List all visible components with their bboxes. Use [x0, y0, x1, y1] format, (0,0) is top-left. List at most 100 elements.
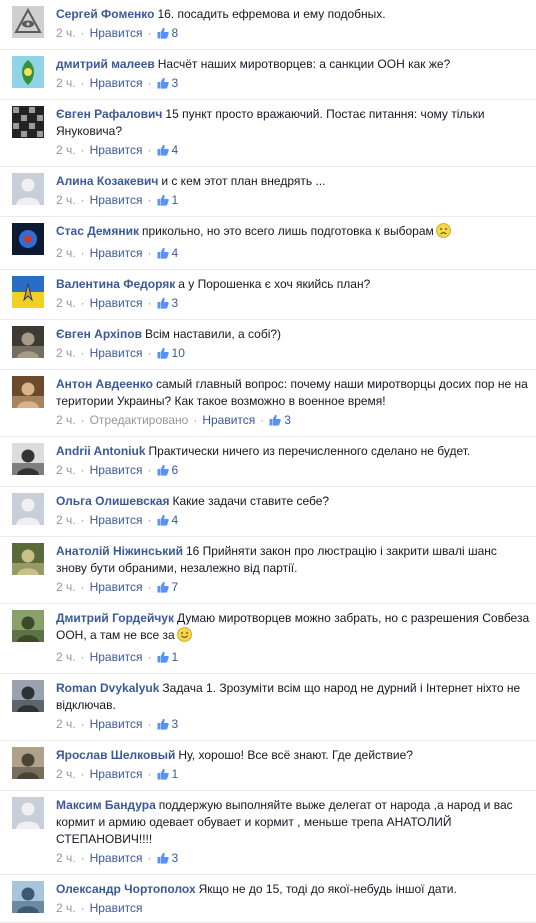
meta-separator: ·	[147, 717, 152, 731]
comment-author-link[interactable]: Антон Авдеенко	[56, 377, 153, 391]
like-count: 7	[171, 580, 179, 594]
avatar[interactable]	[12, 610, 44, 642]
like-count-link[interactable]: 1	[157, 650, 178, 664]
avatar[interactable]	[12, 376, 44, 408]
meta-separator: ·	[147, 650, 152, 664]
comment-timestamp[interactable]: 2 ч.	[56, 413, 76, 427]
avatar[interactable]	[12, 56, 44, 88]
like-count-link[interactable]: 4	[157, 143, 179, 157]
comment-timestamp[interactable]: 2 ч.	[56, 26, 76, 40]
like-count-link[interactable]: 1	[157, 193, 178, 207]
like-count-link[interactable]: 1	[157, 767, 178, 781]
like-button[interactable]: Нравится	[90, 246, 143, 260]
avatar[interactable]	[12, 223, 44, 255]
like-count-link[interactable]: 7	[157, 580, 179, 594]
like-button[interactable]: Нравится	[90, 717, 143, 731]
like-count-link[interactable]: 3	[157, 76, 178, 90]
like-button[interactable]: Нравится	[90, 851, 143, 865]
like-button[interactable]: Нравится	[90, 296, 143, 310]
avatar[interactable]	[12, 326, 44, 358]
comment-author-link[interactable]: Roman Dvykalyuk	[56, 681, 159, 695]
like-count-link[interactable]: 10	[157, 346, 185, 360]
like-count-link[interactable]: 8	[157, 26, 178, 40]
comment-body: Євген Архіпов Всім наставили, а собі?)	[56, 326, 530, 343]
comment-timestamp[interactable]: 2 ч.	[56, 717, 76, 731]
like-count: 3	[284, 413, 291, 427]
default-avatar-icon[interactable]	[12, 493, 44, 525]
comment-author-link[interactable]: Ольга Олишевская	[56, 494, 169, 508]
comment-timestamp[interactable]: 2 ч.	[56, 193, 76, 207]
comment-author-link[interactable]: Олександр Чортополох	[56, 882, 196, 896]
comment-timestamp[interactable]: 2 ч.	[56, 851, 76, 865]
like-button[interactable]: Нравится	[90, 901, 143, 915]
avatar[interactable]	[12, 6, 44, 38]
comment-author-link[interactable]: Максим Бандура	[56, 798, 156, 812]
like-count-link[interactable]: 3	[269, 413, 291, 427]
like-count: 4	[171, 143, 179, 157]
like-count-link[interactable]: 3	[157, 296, 178, 310]
avatar[interactable]	[12, 680, 44, 712]
comment-author-link[interactable]: Євген Архіпов	[56, 327, 142, 341]
like-button[interactable]: Нравится	[90, 463, 143, 477]
comment-timestamp[interactable]: 2 ч.	[56, 346, 76, 360]
comment-item: Олександр Чортополох Якщо не до 15, тоді …	[0, 875, 536, 923]
like-button[interactable]: Нравится	[90, 76, 143, 90]
like-count-link[interactable]: 6	[157, 463, 178, 477]
comment-item: Анатолій Ніжинський 16 Прийняти закон про…	[0, 537, 536, 604]
comment-author-link[interactable]: Анатолій Ніжинський	[56, 544, 183, 558]
meta-separator: ·	[147, 76, 152, 90]
smile-emoji-icon	[176, 627, 192, 647]
comment-meta: 2 ч. · Нравится · 3	[56, 850, 530, 869]
like-count-link[interactable]: 4	[157, 246, 179, 260]
comment-author-link[interactable]: Євген Рафалович	[56, 107, 162, 121]
meta-separator: ·	[80, 413, 85, 427]
like-button[interactable]: Нравится	[90, 346, 143, 360]
comment-author-link[interactable]: дмитрий малеев	[56, 57, 155, 71]
like-button[interactable]: Нравится	[202, 413, 255, 427]
default-avatar-icon[interactable]	[12, 173, 44, 205]
comment-timestamp[interactable]: 2 ч.	[56, 246, 76, 260]
default-avatar-icon[interactable]	[12, 797, 44, 829]
like-count: 4	[171, 246, 179, 260]
comment-author-link[interactable]: Валентина Федоряк	[56, 277, 175, 291]
comment-timestamp[interactable]: 2 ч.	[56, 76, 76, 90]
like-count-link[interactable]: 4	[157, 513, 178, 527]
avatar[interactable]	[12, 747, 44, 779]
like-count-link[interactable]: 3	[157, 717, 178, 731]
comment-author-link[interactable]: Дмитрий Гордейчук	[56, 611, 174, 625]
comment-timestamp[interactable]: 2 ч.	[56, 296, 76, 310]
meta-separator: ·	[147, 26, 152, 40]
avatar[interactable]	[12, 276, 44, 308]
avatar[interactable]	[12, 881, 44, 913]
thumbs-up-icon	[157, 852, 169, 869]
comment-timestamp[interactable]: 2 ч.	[56, 513, 76, 527]
comment-author-link[interactable]: Ярослав Шелковый	[56, 748, 175, 762]
comment-meta: 2 ч. · Нравится · 3	[56, 75, 530, 94]
comment-author-link[interactable]: Стас Демяник	[56, 224, 139, 238]
like-button[interactable]: Нравится	[90, 193, 143, 207]
comment-text: а у Порошенка є хоч якийсь план?	[178, 277, 371, 291]
edited-label[interactable]: Отредактировано	[90, 413, 189, 427]
comment-author-link[interactable]: Сергей Фоменко	[56, 7, 154, 21]
like-button[interactable]: Нравится	[90, 580, 143, 594]
thumbs-up-icon	[157, 247, 169, 264]
like-button[interactable]: Нравится	[90, 767, 143, 781]
comment-author-link[interactable]: Алина Козакевич	[56, 174, 158, 188]
thumbs-up-icon	[157, 464, 169, 481]
comment-timestamp[interactable]: 2 ч.	[56, 463, 76, 477]
comment-timestamp[interactable]: 2 ч.	[56, 650, 76, 664]
avatar[interactable]	[12, 443, 44, 475]
avatar[interactable]	[12, 106, 44, 138]
like-count: 10	[171, 346, 185, 360]
comment-author-link[interactable]: Andrii Antoniuk	[56, 444, 146, 458]
like-button[interactable]: Нравится	[90, 143, 143, 157]
avatar[interactable]	[12, 543, 44, 575]
like-count-link[interactable]: 3	[157, 851, 178, 865]
comment-timestamp[interactable]: 2 ч.	[56, 143, 76, 157]
like-button[interactable]: Нравится	[90, 650, 143, 664]
like-button[interactable]: Нравится	[90, 513, 143, 527]
like-button[interactable]: Нравится	[90, 26, 143, 40]
comment-timestamp[interactable]: 2 ч.	[56, 580, 76, 594]
comment-timestamp[interactable]: 2 ч.	[56, 901, 76, 915]
comment-timestamp[interactable]: 2 ч.	[56, 767, 76, 781]
